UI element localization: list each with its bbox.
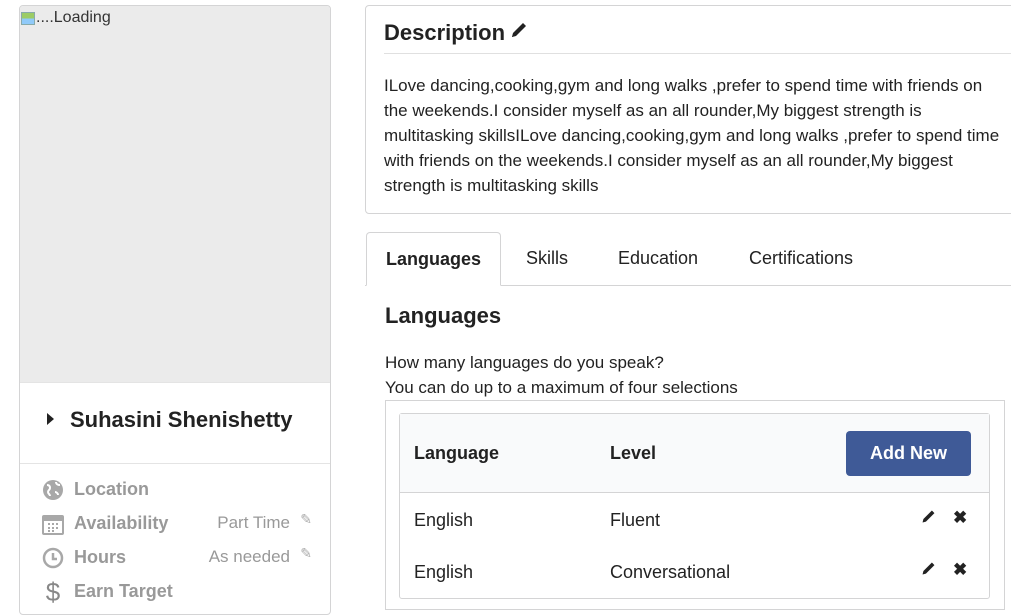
table-header: Language Level Add New <box>400 414 989 493</box>
profile-tabs: Languages Skills Education Certification… <box>365 232 1011 286</box>
description-title-text: Description <box>384 20 506 45</box>
tab-certifications[interactable]: Certifications <box>735 232 867 284</box>
info-earn-target: $ Earn Target <box>40 576 320 607</box>
clock-icon <box>40 545 66 571</box>
description-card: Description ILove dancing,cooking,gym an… <box>365 5 1011 214</box>
description-title: Description <box>384 20 529 46</box>
profile-card: ....Loading Suhasini Shenishetty Locatio… <box>19 5 331 615</box>
languages-table: Language Level Add New English Fluent ✖ … <box>399 413 990 599</box>
languages-hint: You can do up to a maximum of four selec… <box>385 378 738 397</box>
row-language: English <box>414 562 474 582</box>
caret-right-icon[interactable] <box>47 413 54 425</box>
info-availability: Availability Part Time ✎ <box>40 511 320 539</box>
info-location: Location <box>40 477 320 505</box>
photo-placeholder: ....Loading <box>20 9 111 27</box>
globe-icon <box>40 477 66 503</box>
table-row: English Conversational ✖ <box>400 547 989 599</box>
hours-value: As needed <box>208 547 290 566</box>
hours-label: Hours <box>74 547 127 567</box>
edit-description-icon[interactable] <box>509 20 529 46</box>
table-row: English Fluent ✖ <box>400 495 989 547</box>
pencil-icon[interactable] <box>920 560 937 582</box>
row-language: English <box>414 510 474 530</box>
languages-instructions: How many languages do you speak? You can… <box>385 350 738 400</box>
calendar-icon <box>40 511 66 537</box>
row-level: Fluent <box>610 510 661 530</box>
close-icon[interactable]: ✖ <box>953 560 967 580</box>
location-label: Location <box>74 479 149 499</box>
photo-alt-text: ....Loading <box>36 9 111 26</box>
broken-image-icon <box>20 10 36 26</box>
description-divider <box>384 53 1011 54</box>
column-level: Level <box>610 443 657 463</box>
availability-label: Availability <box>74 513 169 533</box>
tab-languages[interactable]: Languages <box>366 232 501 286</box>
tab-education[interactable]: Education <box>605 232 711 284</box>
earn-target-label: Earn Target <box>74 581 173 601</box>
profile-photo: ....Loading <box>20 6 330 382</box>
edit-hours-icon[interactable]: ✎ <box>300 545 312 562</box>
row-level: Conversational <box>610 562 731 582</box>
profile-name: Suhasini Shenishetty <box>70 407 293 432</box>
edit-availability-icon[interactable]: ✎ <box>300 511 312 528</box>
pencil-icon[interactable] <box>920 508 937 530</box>
languages-question: How many languages do you speak? <box>385 353 664 372</box>
close-icon[interactable]: ✖ <box>953 508 967 528</box>
description-text: ILove dancing,cooking,gym and long walks… <box>384 76 1000 195</box>
availability-value: Part Time <box>217 513 290 532</box>
tab-skills[interactable]: Skills <box>511 232 583 284</box>
profile-name-row[interactable]: Suhasini Shenishetty <box>20 382 330 464</box>
column-language: Language <box>414 443 500 463</box>
languages-heading: Languages <box>385 303 502 328</box>
add-new-button[interactable]: Add New <box>846 431 971 476</box>
info-hours: Hours As needed ✎ <box>40 545 320 573</box>
dollar-icon: $ <box>45 576 61 607</box>
